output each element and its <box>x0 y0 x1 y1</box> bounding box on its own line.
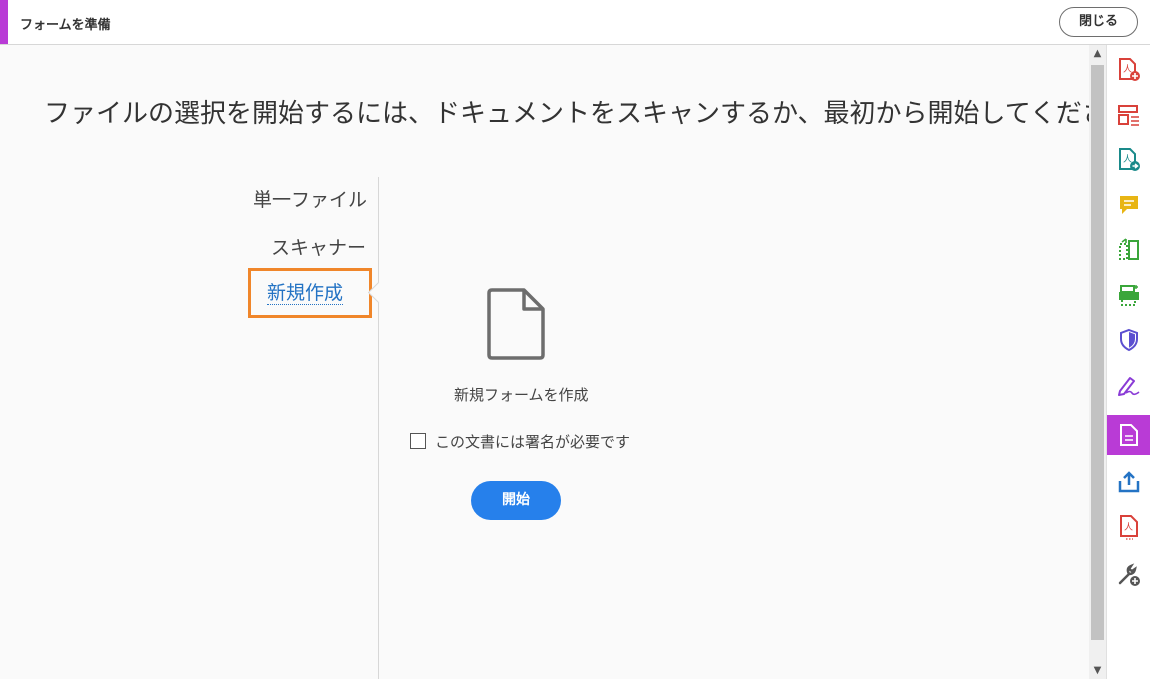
signature-required-checkbox[interactable] <box>410 433 426 449</box>
more-tools-icon[interactable] <box>1107 555 1150 595</box>
tool-title: フォームを準備 <box>20 18 111 33</box>
blank-document-icon[interactable] <box>486 287 546 365</box>
share-icon[interactable] <box>1107 462 1150 502</box>
scroll-thumb[interactable] <box>1091 65 1104 640</box>
comment-icon[interactable] <box>1107 185 1150 225</box>
signature-required-label[interactable]: この文書には署名が必要です <box>435 431 630 452</box>
divider-line <box>378 177 379 679</box>
organize-pages-icon[interactable] <box>1107 95 1150 135</box>
scan-icon[interactable] <box>1107 275 1150 315</box>
nav-single-file[interactable]: 単一ファイル <box>253 185 367 212</box>
vertical-scrollbar[interactable]: ▲ ▼ <box>1089 45 1106 679</box>
svg-text:人: 人 <box>1123 154 1132 165</box>
pdf-file-icon[interactable]: 人 <box>1107 507 1150 547</box>
selection-highlight-box <box>248 268 372 318</box>
start-button[interactable]: 開始 <box>471 481 561 520</box>
scroll-up-arrow-icon[interactable]: ▲ <box>1089 45 1106 62</box>
close-button[interactable]: 閉じる <box>1059 7 1138 37</box>
export-pdf-icon[interactable]: 人 <box>1107 140 1150 180</box>
compare-icon[interactable] <box>1107 230 1150 270</box>
svg-text:人: 人 <box>1124 522 1133 533</box>
top-bar: フォームを準備 閉じる <box>0 0 1150 45</box>
create-form-label: 新規フォームを作成 <box>454 386 589 404</box>
page-heading: ファイルの選択を開始するには、ドキュメントをスキャンするか、最初から開始してくだ… <box>44 99 1134 129</box>
accent-strip <box>0 0 8 44</box>
create-pdf-icon[interactable]: 人 <box>1107 50 1150 90</box>
fill-sign-icon[interactable] <box>1107 365 1150 405</box>
prepare-form-icon[interactable] <box>1107 415 1150 455</box>
svg-text:人: 人 <box>1123 64 1132 75</box>
nav-scanner[interactable]: スキャナー <box>271 233 366 260</box>
scroll-down-arrow-icon[interactable]: ▼ <box>1089 662 1106 679</box>
protect-icon[interactable] <box>1107 320 1150 360</box>
tools-pane: 人 人 人 <box>1106 45 1150 679</box>
